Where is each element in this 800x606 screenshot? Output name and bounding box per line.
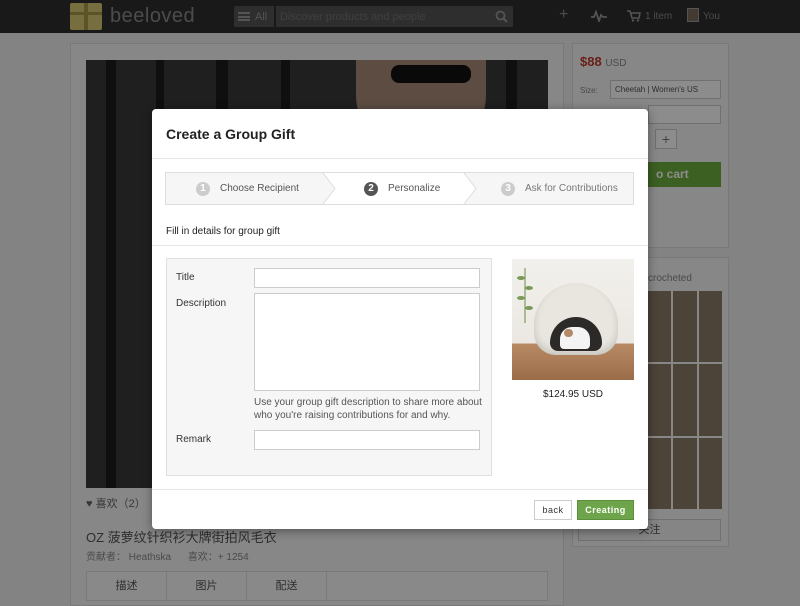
modal-title: Create a Group Gift [166, 126, 296, 142]
gift-product-price: $124.95 USD [542, 389, 604, 400]
divider [152, 489, 648, 490]
step-number: 2 [364, 181, 378, 196]
step-choose-recipient[interactable]: 1 Choose Recipient [196, 173, 299, 204]
group-gift-modal: Create a Group Gift 1 Choose Recipient 2… [152, 109, 648, 529]
form-heading: Fill in details for group gift [166, 226, 280, 237]
gift-form: Title Description Use your group gift de… [166, 258, 492, 476]
back-button[interactable]: back [534, 500, 572, 520]
step-label: Personalize [388, 183, 441, 194]
description-label: Description [176, 298, 227, 309]
divider [152, 245, 648, 246]
remark-label: Remark [176, 434, 212, 445]
step-number: 3 [501, 181, 515, 196]
plant-decoration [517, 268, 533, 323]
step-label: Choose Recipient [220, 183, 299, 194]
step-progress: 1 Choose Recipient 2 Personalize 3 Ask f… [165, 172, 634, 205]
description-help-text: Use your group gift description to share… [254, 397, 482, 421]
step-personalize[interactable]: 2 Personalize [364, 173, 440, 204]
title-label: Title [176, 272, 195, 283]
divider [152, 158, 648, 159]
gift-product-image [512, 259, 634, 380]
step-number: 1 [196, 181, 210, 196]
remark-input[interactable] [254, 430, 480, 450]
step-label: Ask for Contributions [525, 183, 618, 194]
step-ask-contributions[interactable]: 3 Ask for Contributions [501, 173, 618, 204]
description-textarea[interactable] [254, 293, 480, 391]
title-input[interactable] [254, 268, 480, 288]
create-button[interactable]: Creating [577, 500, 634, 520]
